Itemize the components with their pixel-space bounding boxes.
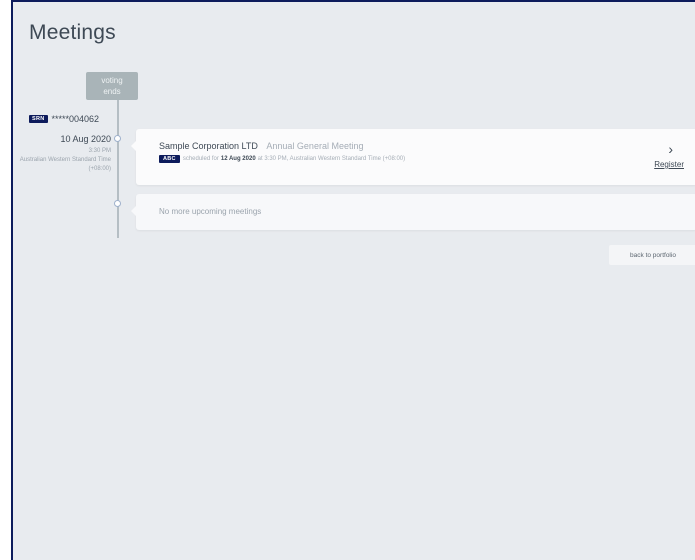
timeline-dot-end (114, 200, 121, 207)
register-link[interactable]: Register (654, 160, 684, 169)
meeting-date: 10 Aug 2020 (60, 134, 111, 144)
timeline-dot (114, 135, 121, 142)
meeting-timezone: Australian Western Standard Time (+08:00… (13, 156, 111, 174)
schedule-suffix: at 3:30 PM, Australian Western Standard … (257, 156, 406, 162)
page-title: Meetings (29, 21, 116, 44)
srn-badge: SRN (29, 115, 48, 123)
schedule-prefix: scheduled for (182, 156, 219, 162)
meetings-page: Meetings voting ends SRN *****004062 10 … (11, 0, 695, 560)
account-number: *****004062 (51, 114, 100, 124)
security-badge: ABC (159, 155, 180, 163)
meeting-card[interactable]: Sample Corporation LTD Annual General Me… (131, 129, 695, 185)
timeline-line (117, 100, 119, 238)
meeting-type: Annual General Meeting (266, 141, 364, 151)
meeting-timezone-text: Australian Western Standard Time (+08:00… (19, 157, 111, 172)
meeting-title-row: Sample Corporation LTD Annual General Me… (159, 141, 363, 151)
meeting-time: 3:30 PM (88, 148, 111, 154)
empty-state-card: No more upcoming meetings (131, 194, 695, 230)
schedule-date: 12 Aug 2020 (220, 156, 256, 162)
account-identifier: SRN *****004062 (29, 114, 99, 124)
back-to-portfolio-button[interactable]: back to portfolio (609, 245, 695, 265)
meeting-schedule: ABC scheduled for 12 Aug 2020 at 3:30 PM… (159, 155, 405, 163)
voting-ends-marker: voting ends (86, 72, 138, 100)
voting-ends-label: voting ends (101, 76, 123, 96)
company-name: Sample Corporation LTD (159, 141, 258, 151)
chevron-right-icon[interactable]: › (668, 141, 673, 157)
empty-state-text: No more upcoming meetings (159, 207, 262, 216)
